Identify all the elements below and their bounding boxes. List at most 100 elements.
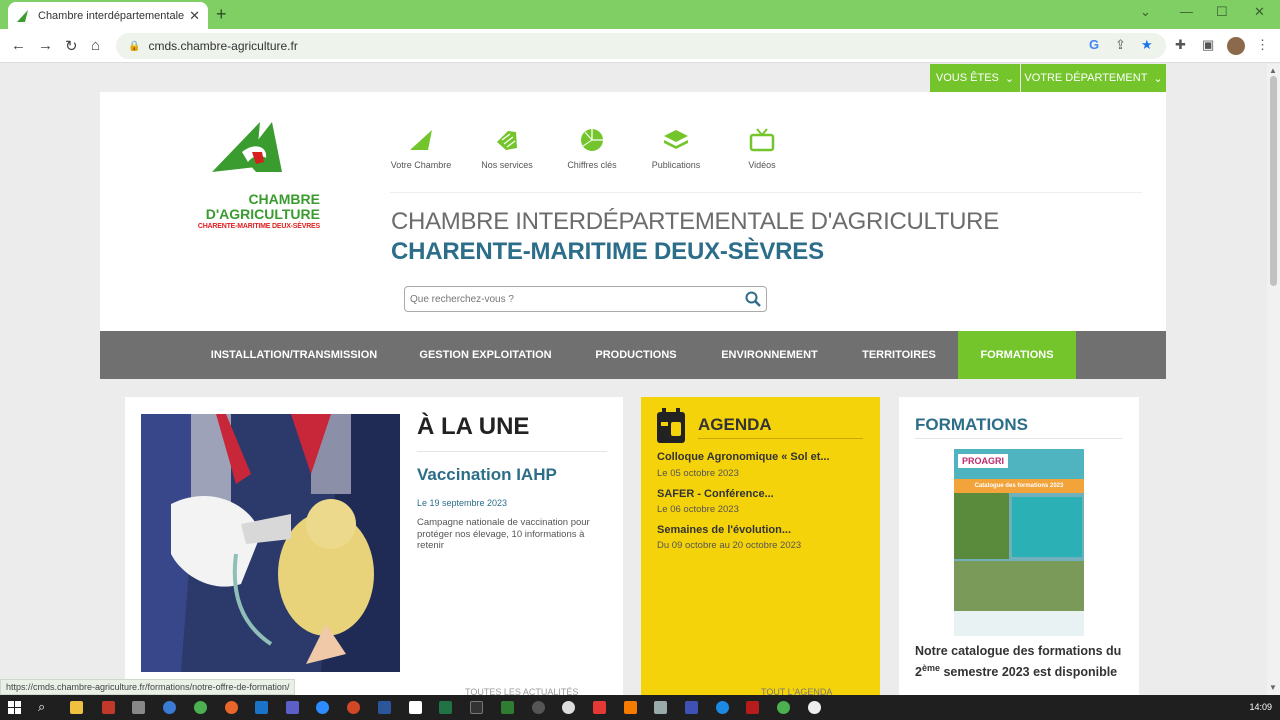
app-icon[interactable]: [593, 701, 606, 714]
tout-agenda-link[interactable]: TOUT L'AGENDA: [761, 687, 832, 695]
search-input[interactable]: [410, 293, 730, 305]
agenda-event-title[interactable]: Semaines de l'évolution...: [657, 524, 791, 536]
agenda-event-title[interactable]: SAFER - Conférence...: [657, 488, 774, 500]
app-icon[interactable]: [132, 701, 145, 714]
menu-item-formations[interactable]: FORMATIONS: [958, 331, 1076, 379]
bookmark-star-icon[interactable]: ★: [1141, 37, 1153, 53]
quicklink-publications[interactable]: Publications: [634, 128, 718, 170]
filezilla-icon[interactable]: [746, 701, 759, 714]
reload-icon[interactable]: ↻: [65, 37, 78, 55]
profile-avatar[interactable]: [1227, 37, 1245, 55]
scroll-up-icon[interactable]: ▲: [1269, 66, 1277, 75]
catalog-brand: PROAGRI: [958, 454, 1008, 468]
page-scrollbar[interactable]: ▲ ▼: [1267, 64, 1280, 695]
outlook-icon[interactable]: [255, 701, 268, 714]
app-icon[interactable]: [532, 701, 545, 714]
maximize-icon[interactable]: ☐: [1216, 4, 1228, 20]
quicklink-votre-chambre[interactable]: Votre Chambre: [379, 128, 463, 170]
une-card: À LA UNE Vaccination IAHP Le 19 septembr…: [125, 397, 623, 695]
lock-icon: 🔒: [128, 40, 141, 52]
menu-item-environnement[interactable]: ENVIRONNEMENT: [699, 331, 840, 379]
menu-item-productions[interactable]: PRODUCTIONS: [573, 331, 699, 379]
share-icon[interactable]: ⇪: [1115, 37, 1126, 53]
catalog-title: Catalogue des formations 2023: [954, 479, 1084, 493]
quicklink-videos[interactable]: Vidéos: [720, 128, 804, 170]
browser-tabbar: Chambre interdépartementale d'agricultur…: [0, 0, 1280, 29]
menu-kebab-icon[interactable]: ⋮: [1256, 37, 1269, 53]
app-icon[interactable]: [102, 701, 115, 714]
notepad-icon[interactable]: [409, 701, 422, 714]
une-article-summary: Campagne nationale de vaccination pour p…: [417, 517, 590, 551]
quicklink-nos-services[interactable]: Nos services: [465, 128, 549, 170]
tv-icon: [749, 128, 775, 152]
address-bar[interactable]: 🔒 cmds.chambre-agriculture.fr: [116, 33, 1166, 59]
app-icon[interactable]: [685, 701, 698, 714]
back-icon[interactable]: ←: [11, 37, 26, 54]
main-menu: INSTALLATION/TRANSMISSION GESTION EXPLOI…: [100, 331, 1166, 379]
agenda-event-title[interactable]: Colloque Agronomique « Sol et...: [657, 451, 830, 463]
teams-icon[interactable]: [286, 701, 299, 714]
tab-close-icon[interactable]: ✕: [189, 8, 200, 24]
forward-icon[interactable]: →: [38, 37, 53, 54]
departement-dropdown[interactable]: VOTRE DÉPARTEMENT ⌄: [1021, 64, 1166, 92]
search-box[interactable]: [404, 286, 767, 312]
hand-icon: [497, 131, 517, 150]
news-photo-duckling[interactable]: [141, 414, 400, 672]
site-favicon-icon: [17, 9, 28, 22]
home-icon[interactable]: ⌂: [91, 37, 100, 54]
word-icon[interactable]: [378, 701, 391, 714]
scrollbar-thumb[interactable]: [1270, 76, 1277, 286]
header-divider: [390, 192, 1142, 193]
logo-text: CHAMBRE D'AGRICULTURE: [205, 191, 320, 222]
powerpoint-icon[interactable]: [347, 701, 360, 714]
vous-etes-label: VOUS ÊTES: [935, 72, 999, 84]
leaf-icon: [410, 130, 432, 150]
catalog-cover-image[interactable]: PROAGRI Catalogue des formations 2023: [954, 449, 1084, 636]
formations-divider: [915, 438, 1122, 439]
search-icon[interactable]: [745, 291, 761, 307]
windows-start-icon[interactable]: [8, 701, 21, 714]
browser-tab[interactable]: Chambre interdépartementale d'agricultur…: [8, 2, 208, 29]
chrome-icon[interactable]: [194, 701, 207, 714]
departement-label: VOTRE DÉPARTEMENT: [1024, 72, 1148, 84]
firefox-icon[interactable]: [225, 701, 238, 714]
new-tab-icon[interactable]: +: [216, 4, 227, 25]
formations-text[interactable]: Notre catalogue des formations du 2ème s…: [915, 643, 1125, 681]
chevron-down-icon[interactable]: ⌄: [1140, 4, 1151, 20]
pie-chart-icon: [581, 129, 603, 151]
vlc-icon[interactable]: [624, 701, 637, 714]
zoom-icon[interactable]: [316, 701, 329, 714]
terminal-icon[interactable]: [470, 701, 483, 714]
chevron-down-icon: ⌄: [1153, 72, 1163, 85]
app-icon[interactable]: [501, 701, 514, 714]
browser-toolbar: ← → ↻ ⌂ 🔒 cmds.chambre-agriculture.fr G …: [0, 29, 1280, 63]
formations-card: FORMATIONS PROAGRI Catalogue des formati…: [899, 397, 1139, 695]
close-window-icon[interactable]: ✕: [1254, 4, 1265, 20]
clock[interactable]: 14:09: [1249, 702, 1272, 712]
chrome-icon[interactable]: [777, 701, 790, 714]
file-explorer-icon[interactable]: [70, 701, 83, 714]
quicklink-chiffres-cles[interactable]: Chiffres clés: [550, 128, 634, 170]
agenda-card: AGENDA Colloque Agronomique « Sol et... …: [641, 397, 880, 695]
search-icon[interactable]: ⌕: [38, 699, 45, 715]
menu-item-territoires[interactable]: TERRITOIRES: [840, 331, 958, 379]
app-icon[interactable]: [562, 701, 575, 714]
google-icon[interactable]: G: [1089, 37, 1099, 52]
app-icon[interactable]: [654, 701, 667, 714]
scroll-down-icon[interactable]: ▼: [1269, 683, 1277, 692]
une-divider: [417, 451, 607, 452]
app-icon[interactable]: [716, 701, 729, 714]
vous-etes-dropdown[interactable]: VOUS ÊTES ⌄: [930, 64, 1020, 92]
excel-icon[interactable]: [439, 701, 452, 714]
toutes-actualites-link[interactable]: TOUTES LES ACTUALITÉS: [465, 687, 578, 695]
app-icon[interactable]: [808, 701, 821, 714]
app-icon[interactable]: [163, 701, 176, 714]
extensions-icon[interactable]: ✚: [1175, 37, 1186, 53]
menu-item-installation[interactable]: INSTALLATION/TRANSMISSION: [190, 331, 398, 379]
minimize-icon[interactable]: —: [1180, 4, 1193, 19]
site-title-line1: CHAMBRE INTERDÉPARTEMENTALE D'AGRICULTUR…: [391, 208, 999, 235]
menu-item-gestion[interactable]: GESTION EXPLOITATION: [398, 331, 573, 379]
side-panel-icon[interactable]: ▣: [1202, 37, 1214, 53]
une-article-title[interactable]: Vaccination IAHP: [417, 465, 557, 485]
tab-title: Chambre interdépartementale d'agricultur…: [38, 9, 185, 22]
